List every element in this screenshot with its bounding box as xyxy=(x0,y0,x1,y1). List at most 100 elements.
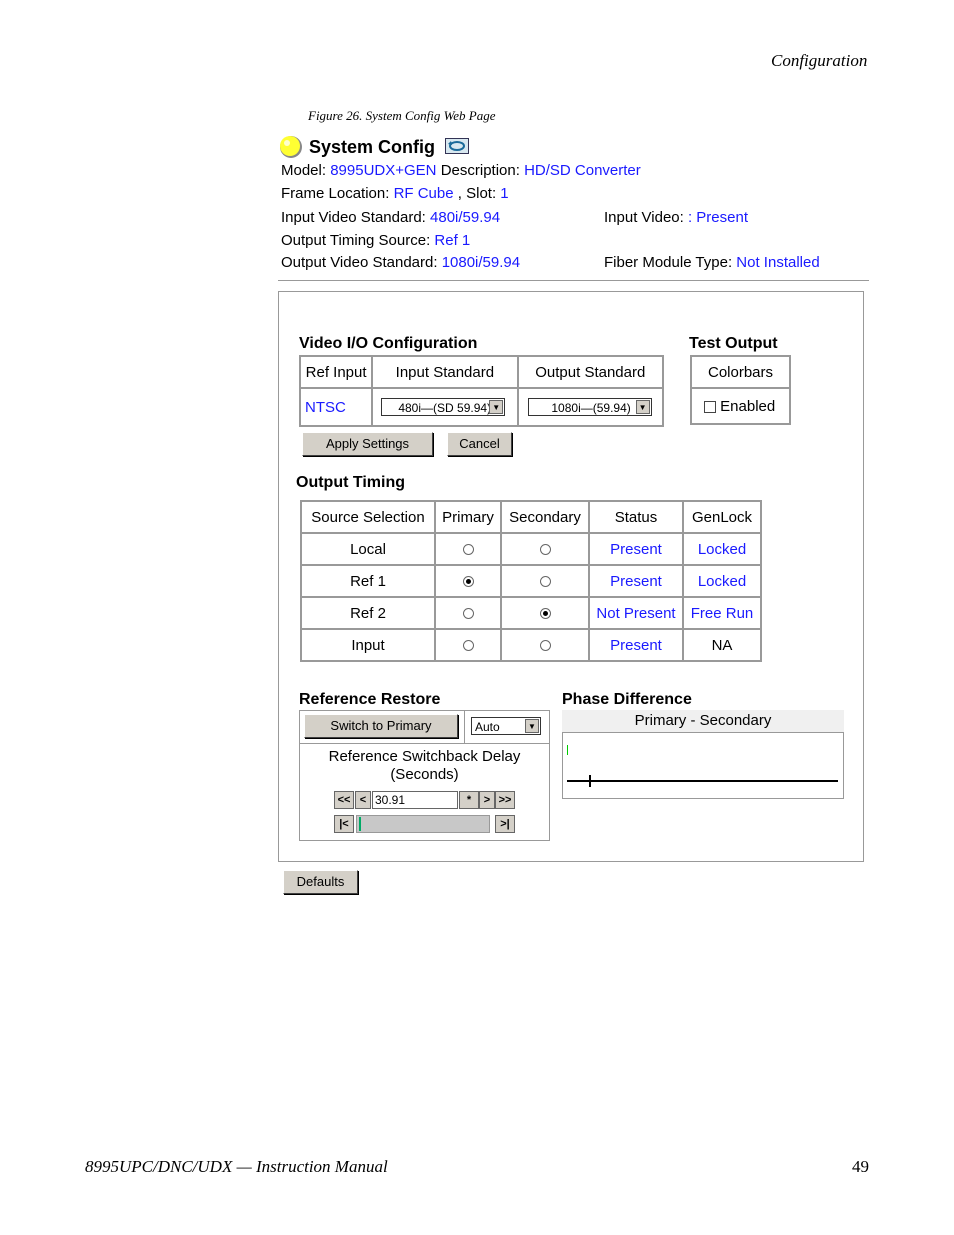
frame-location-value: RF Cube xyxy=(393,185,454,202)
genlock-cell: Locked xyxy=(683,565,761,597)
refresh-icon[interactable] xyxy=(445,138,469,154)
slot-label: , Slot: xyxy=(457,185,497,202)
ref-input-value: NTSC xyxy=(300,388,373,426)
output-standard-header: Output Standard xyxy=(517,356,663,388)
genlock-cell: Free Run xyxy=(683,597,761,629)
footer-manual-title: 8995UPC/DNC/UDX — Instruction Manual xyxy=(85,1157,388,1176)
reference-restore-title: Reference Restore xyxy=(299,691,441,708)
step-forward-fast-button[interactable]: >> xyxy=(495,791,515,809)
input-video-value: : Present xyxy=(687,209,748,226)
divider xyxy=(464,710,465,743)
phase-scale-line xyxy=(567,780,838,782)
secondary-radio[interactable] xyxy=(539,608,551,620)
frame-location-label: Frame Location: xyxy=(281,185,390,202)
source-selection-header: Source Selection xyxy=(301,501,435,533)
phase-marker xyxy=(567,745,568,755)
chevron-down-icon: ▼ xyxy=(525,719,539,733)
fiber-module-value: Not Installed xyxy=(736,254,820,271)
step-back-fast-button[interactable]: << xyxy=(334,791,354,809)
ref-input-header: Ref Input xyxy=(300,356,373,388)
genlock-cell: Locked xyxy=(683,533,761,565)
divider xyxy=(278,280,869,281)
slot-value: 1 xyxy=(500,185,509,202)
phase-difference-header: Primary - Secondary xyxy=(562,710,844,733)
secondary-radio[interactable] xyxy=(539,544,551,556)
input-standard-select[interactable]: 480i—(SD 59.94) ▼ xyxy=(381,398,506,416)
cancel-button[interactable]: Cancel xyxy=(447,432,512,456)
model-value: 8995UDX+GEN xyxy=(330,162,437,179)
table-row: Ref 2 Not Present Free Run xyxy=(301,597,761,629)
video-io-table: Ref Input Input Standard Output Standard… xyxy=(299,355,664,427)
output-timing-table: Source Selection Primary Secondary Statu… xyxy=(300,500,762,662)
enabled-label: Enabled xyxy=(720,397,776,415)
output-standard-value: 1080i/59.94 xyxy=(441,254,521,271)
table-row: Ref 1 Present Locked xyxy=(301,565,761,597)
source-cell: Ref 1 xyxy=(301,565,435,597)
chevron-down-icon: ▼ xyxy=(489,400,504,414)
defaults-button[interactable]: Defaults xyxy=(283,870,358,894)
status-header: Status xyxy=(589,501,683,533)
default-value-button[interactable]: * xyxy=(459,791,479,809)
slider-min-button[interactable]: |< xyxy=(334,815,354,833)
primary-radio[interactable] xyxy=(462,576,474,588)
test-output-title: Test Output xyxy=(689,335,778,352)
timing-source-value: Ref 1 xyxy=(434,232,471,249)
status-cell: Present xyxy=(589,565,683,597)
status-cell: Not Present xyxy=(589,597,683,629)
primary-radio[interactable] xyxy=(462,544,474,556)
phase-scale-tick xyxy=(589,775,591,787)
output-standard-cell: 1080i—(59.94) ▼ xyxy=(517,388,663,426)
output-standard-label: Output Video Standard: xyxy=(281,254,438,271)
secondary-radio[interactable] xyxy=(539,640,551,652)
switch-to-primary-button[interactable]: Switch to Primary xyxy=(304,714,458,738)
running-header: Configuration xyxy=(771,51,868,70)
switchback-delay-input[interactable]: 30.91 xyxy=(372,791,458,809)
page-title: System Config xyxy=(309,137,436,157)
switchback-delay-slider[interactable] xyxy=(356,815,490,833)
secondary-header: Secondary xyxy=(501,501,589,533)
genlock-header: GenLock xyxy=(683,501,761,533)
table-row: Local Present Locked xyxy=(301,533,761,565)
video-io-title: Video I/O Configuration xyxy=(299,335,478,352)
test-output-table: Colorbars Enabled xyxy=(690,355,791,425)
restore-mode-select[interactable]: Auto ▼ xyxy=(471,717,541,735)
input-video-label: Input Video: xyxy=(604,209,684,226)
chevron-down-icon: ▼ xyxy=(635,400,650,414)
phase-difference-title: Phase Difference xyxy=(562,691,692,708)
source-cell: Local xyxy=(301,533,435,565)
step-forward-button[interactable]: > xyxy=(479,791,495,809)
slider-max-button[interactable]: >| xyxy=(495,815,515,833)
fiber-module-label: Fiber Module Type: xyxy=(604,254,733,271)
source-cell: Ref 2 xyxy=(301,597,435,629)
figure-caption: Figure 26. System Config Web Page xyxy=(308,108,496,123)
source-cell: Input xyxy=(301,629,435,661)
model-label: Model: xyxy=(281,162,327,179)
enabled-cell: Enabled xyxy=(691,388,790,424)
enabled-checkbox[interactable] xyxy=(704,400,716,413)
timing-source-label: Output Timing Source: xyxy=(281,232,431,249)
input-standard-value: 480i/59.94 xyxy=(430,209,501,226)
switchback-delay-label: Reference Switchback Delay (Seconds) xyxy=(328,748,521,783)
colorbars-header: Colorbars xyxy=(691,356,790,388)
description-value: HD/SD Converter xyxy=(524,162,641,179)
input-standard-label: Input Video Standard: xyxy=(281,209,426,226)
table-row: Input Present NA xyxy=(301,629,761,661)
output-standard-select[interactable]: 1080i—(59.94) ▼ xyxy=(527,398,652,416)
status-cell: Present xyxy=(589,629,683,661)
divider xyxy=(299,743,550,744)
description-label: Description: xyxy=(440,162,520,179)
status-cell: Present xyxy=(589,533,683,565)
slider-thumb[interactable] xyxy=(359,817,361,831)
status-light-icon xyxy=(279,134,305,160)
primary-radio[interactable] xyxy=(462,608,474,620)
page-number: 49 xyxy=(852,1157,869,1176)
primary-header: Primary xyxy=(435,501,501,533)
genlock-cell: NA xyxy=(683,629,761,661)
step-back-button[interactable]: < xyxy=(355,791,371,809)
primary-radio[interactable] xyxy=(462,640,474,652)
output-timing-title: Output Timing xyxy=(296,474,406,491)
apply-settings-button[interactable]: Apply Settings xyxy=(302,432,433,456)
input-standard-header: Input Standard xyxy=(372,356,518,388)
input-standard-cell: 480i—(SD 59.94) ▼ xyxy=(372,388,518,426)
secondary-radio[interactable] xyxy=(539,576,551,588)
